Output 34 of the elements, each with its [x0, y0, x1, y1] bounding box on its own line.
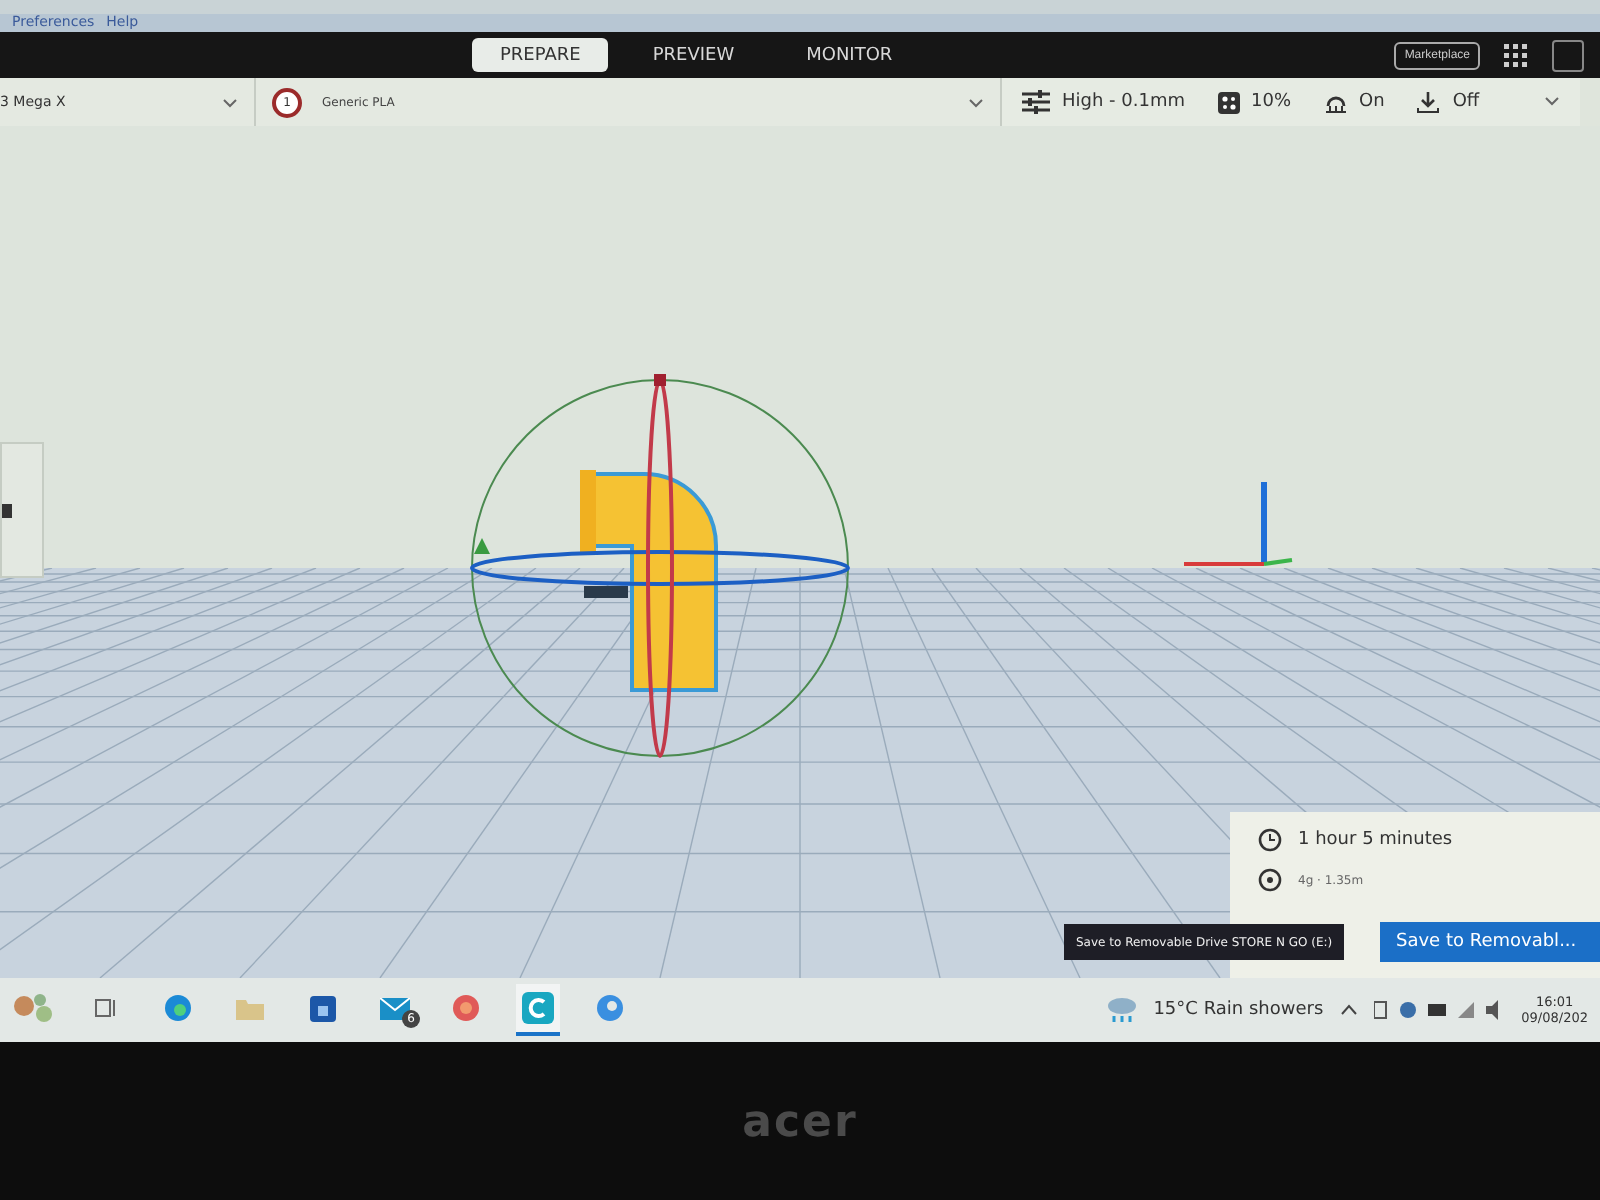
weather-text[interactable]: 15°C Rain showers: [1153, 1000, 1324, 1020]
print-time: 1 hour 5 minutes: [1298, 830, 1453, 850]
chevron-up-icon[interactable]: [1339, 1004, 1358, 1016]
download-tray-icon: [1416, 91, 1441, 113]
stage-tab[interactable]: PREVIEW: [624, 38, 763, 72]
setting-value: 10%: [1251, 92, 1292, 112]
browser-icon[interactable]: [164, 994, 192, 1022]
clock-icon: [1258, 828, 1282, 852]
browser-globe-icon[interactable]: [452, 994, 480, 1022]
setting-value: On: [1359, 92, 1385, 112]
store-bag-icon[interactable]: [309, 995, 335, 1021]
stage-tab[interactable]: MONITOR: [778, 38, 921, 72]
chevron-down-icon: [1544, 96, 1560, 106]
account-button[interactable]: [1552, 39, 1584, 71]
widgets-icon[interactable]: [12, 990, 56, 1026]
swirl-icon[interactable]: [596, 994, 624, 1022]
bezel-logo: acer: [742, 1098, 858, 1152]
rain-cloud-icon: [1105, 996, 1138, 1024]
sliders-icon: [1022, 90, 1050, 114]
setting-value: High - 0.1mm: [1062, 92, 1186, 112]
infill-icon: [1217, 91, 1240, 113]
save-to-drive-button[interactable]: Save to Removabl...: [1380, 922, 1600, 962]
apps-grid-icon[interactable]: [1504, 43, 1528, 67]
print-settings-selector[interactable]: High - 0.1mm 10% On Off: [1000, 78, 1580, 126]
spool-icon: [1258, 868, 1282, 892]
task-view-icon[interactable]: [94, 998, 118, 1018]
app-c-icon[interactable]: [522, 992, 554, 1024]
tool-icon[interactable]: [2, 503, 12, 517]
chevron-down-icon: [222, 97, 238, 107]
chevron-down-icon: [968, 97, 984, 107]
stage-tab[interactable]: PREPARE: [472, 38, 609, 72]
setting-value: Off: [1452, 92, 1480, 112]
support-icon: [1323, 91, 1348, 113]
mail-icon[interactable]: [379, 997, 409, 1019]
